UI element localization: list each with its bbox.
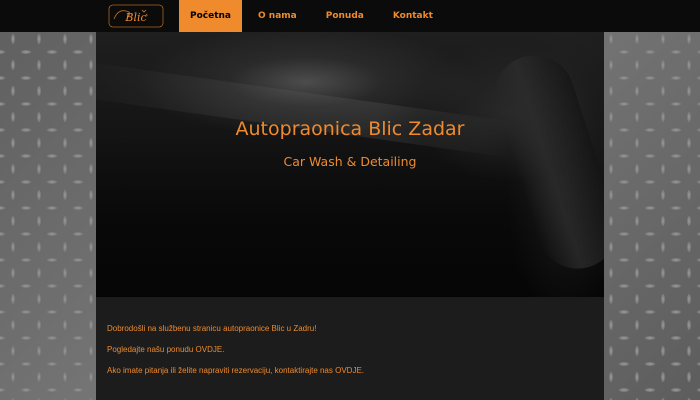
- hero-banner: Autopraonica Blic Zadar Car Wash & Detai…: [96, 32, 604, 297]
- contact-paragraph: Ako imate pitanja ili želite napraviti r…: [107, 366, 593, 375]
- welcome-text: Dobrodošli na službenu stranicu autoprao…: [107, 324, 317, 333]
- nav-item-ponuda[interactable]: Ponuda: [311, 0, 378, 32]
- hero-background-highlight: [96, 58, 517, 158]
- contact-text: Ako imate pitanja ili želite napraviti r…: [107, 366, 336, 375]
- top-navigation-bar: Blic Početna O nama Ponuda Kontakt: [0, 0, 700, 32]
- offer-paragraph: Pogledajte našu ponudu OVDJE.: [107, 345, 593, 354]
- contact-suffix: .: [361, 366, 365, 375]
- intro-section: Dobrodošli na službenu stranicu autoprao…: [96, 297, 604, 400]
- blic-logo[interactable]: Blic: [108, 3, 164, 29]
- offer-text: Pogledajte našu ponudu: [107, 345, 196, 354]
- offer-suffix: .: [222, 345, 225, 354]
- page-subtitle: Car Wash & Detailing: [283, 154, 417, 169]
- logo-text: Blic: [124, 11, 146, 24]
- main-menu: Početna O nama Ponuda Kontakt: [179, 0, 445, 32]
- nav-item-kontakt[interactable]: Kontakt: [378, 0, 445, 32]
- contact-link[interactable]: OVDJE: [335, 366, 362, 375]
- page-title: Autopraonica Blic Zadar: [235, 118, 465, 140]
- nav-item-o-nama[interactable]: O nama: [244, 0, 311, 32]
- offer-link[interactable]: OVDJE: [196, 345, 223, 354]
- nav-item-pocetna[interactable]: Početna: [179, 0, 242, 32]
